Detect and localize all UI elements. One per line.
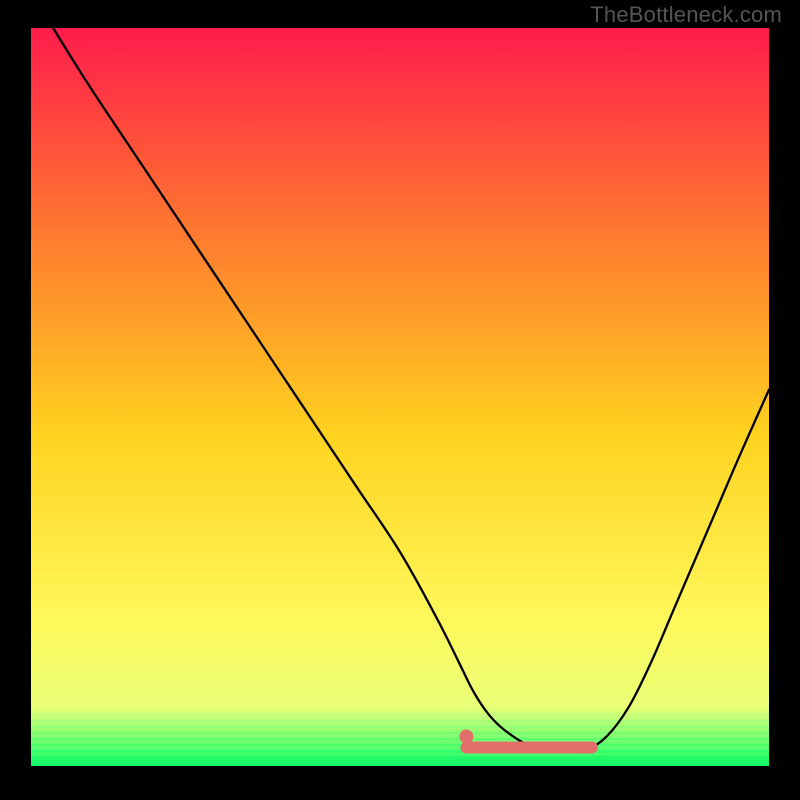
bottleneck-chart xyxy=(31,28,769,766)
gradient-background xyxy=(31,28,769,766)
green-banding xyxy=(31,714,769,766)
watermark-text: TheBottleneck.com xyxy=(590,2,782,28)
chart-frame: TheBottleneck.com xyxy=(0,0,800,800)
optimal-point-marker xyxy=(459,729,473,743)
